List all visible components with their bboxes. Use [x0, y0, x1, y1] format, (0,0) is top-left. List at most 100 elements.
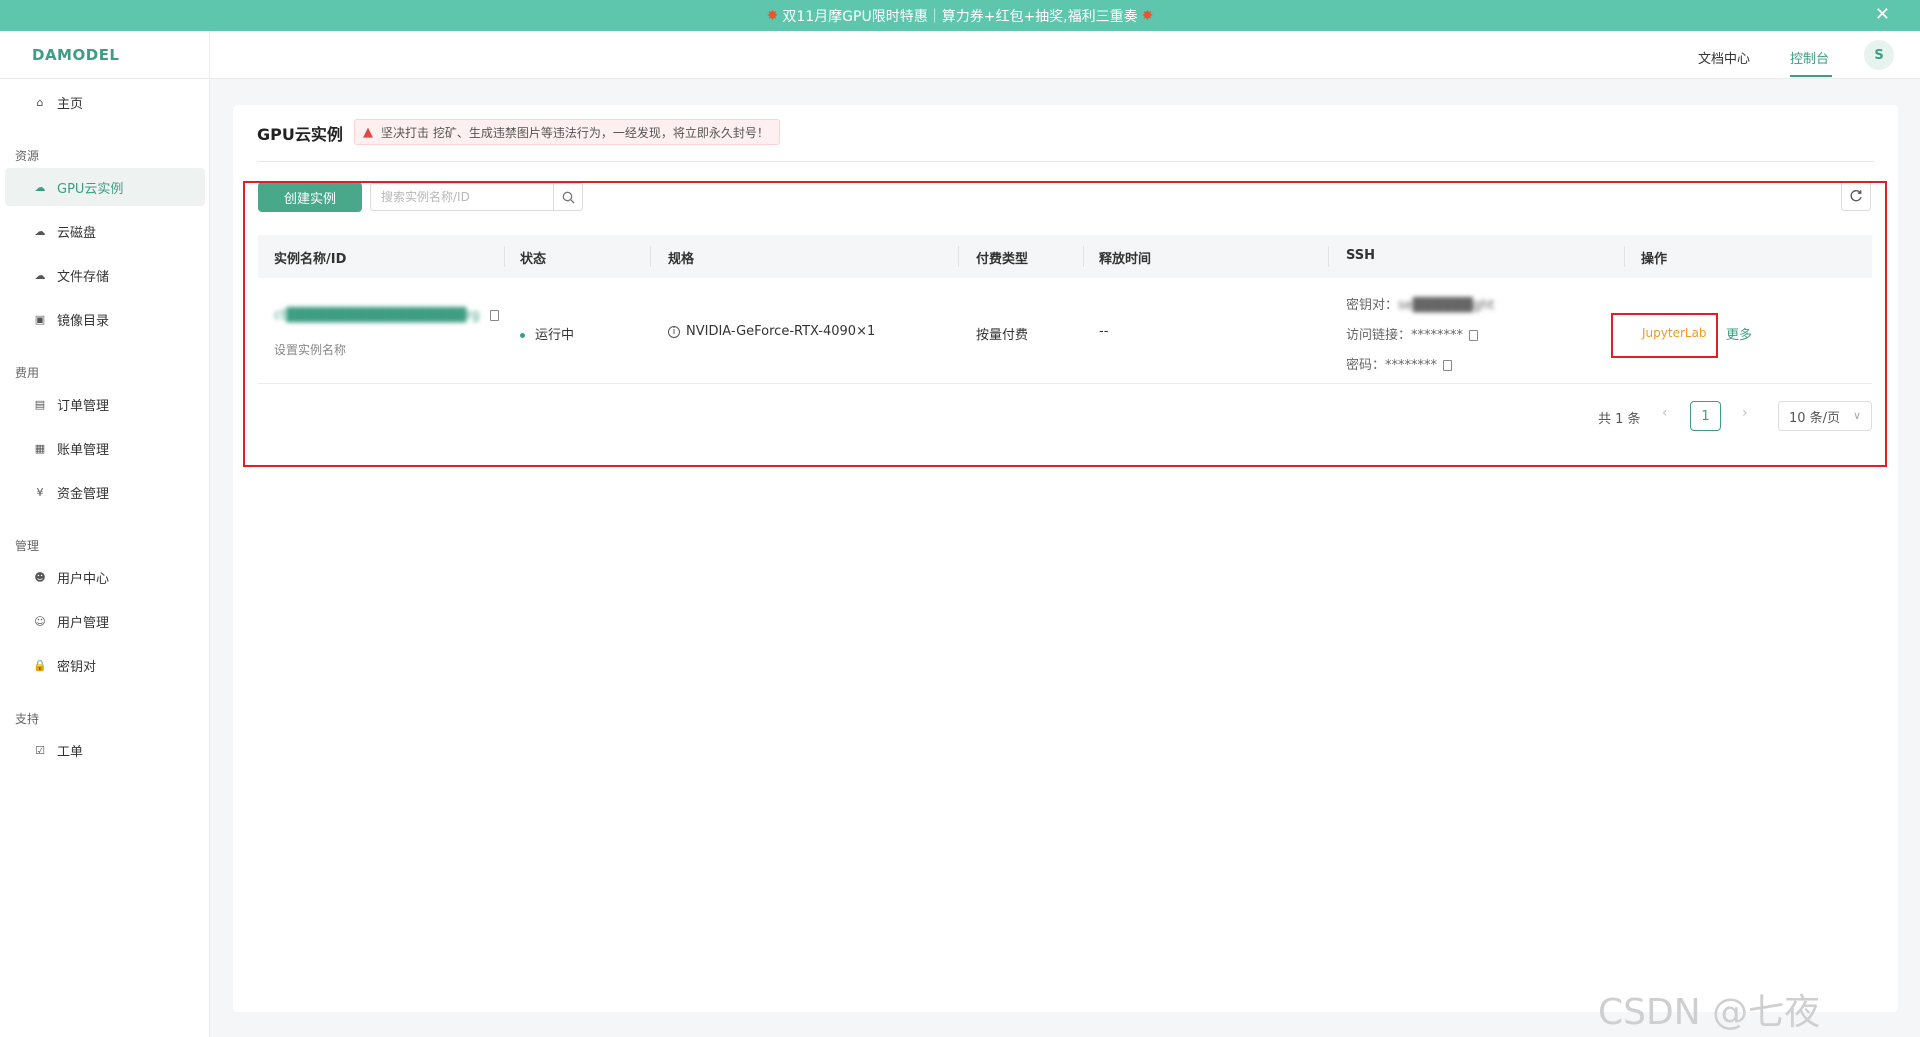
column-divider: [1624, 246, 1625, 267]
sidebar-item-funds[interactable]: ¥ 资金管理: [5, 473, 205, 511]
header-divider: [209, 31, 210, 79]
status-dot-icon: [520, 333, 525, 338]
users-icon: ☻: [34, 570, 46, 584]
copy-icon[interactable]: [489, 310, 499, 321]
sidebar-item-keypair[interactable]: 🔒 密钥对: [5, 646, 205, 684]
sidebar-item-disk[interactable]: ☁ 云磁盘: [5, 212, 205, 250]
sidebar-item-label: 用户中心: [57, 571, 110, 587]
page-title: GPU云实例: [257, 125, 343, 144]
billing-type: 按量付费: [976, 328, 1029, 343]
ssh-password: 密码：********: [1346, 354, 1453, 373]
info-icon[interactable]: i: [668, 325, 680, 338]
refresh-button[interactable]: [1841, 181, 1871, 211]
close-icon[interactable]: ✕: [1875, 4, 1890, 25]
sidebar-item-user-center[interactable]: ☻ 用户中心: [5, 558, 205, 596]
set-name-link[interactable]: 设置实例名称: [274, 341, 346, 358]
promo-banner[interactable]: ✸ 双11月摩GPU限时特惠｜算力券+红包+抽奖,福利三重奏 ✸ ✕: [0, 0, 1920, 31]
promo-text[interactable]: 双11月摩GPU限时特惠｜算力券+红包+抽奖,福利三重奏: [782, 6, 1137, 26]
page-number-current[interactable]: 1: [1690, 401, 1721, 431]
sidebar-item-images[interactable]: ▣ 镜像目录: [5, 300, 205, 338]
console-active-indicator: [1790, 75, 1832, 77]
avatar[interactable]: S: [1864, 40, 1894, 70]
spec-cell: i NVIDIA-GeForce-RTX-4090×1: [668, 324, 875, 339]
copy-icon[interactable]: [1443, 360, 1453, 371]
ssh-keypair: 密钥对：se██████ght: [1346, 294, 1494, 313]
sidebar-item-label: 主页: [57, 96, 84, 112]
prev-page-button[interactable]: ‹: [1662, 405, 1668, 421]
sidebar-item-label: 镜像目录: [57, 313, 110, 329]
column-divider: [1328, 246, 1329, 267]
sidebar-item-label: 订单管理: [57, 398, 110, 414]
chevron-down-icon: ∨: [1852, 409, 1861, 422]
status-text: 运行中: [535, 328, 575, 343]
search-icon: [562, 191, 574, 203]
sidebar-item-label: 工单: [57, 744, 84, 760]
create-instance-button[interactable]: 创建实例: [258, 182, 362, 212]
column-header: 状态: [520, 252, 547, 267]
column-divider: [504, 246, 505, 267]
sidebar-item-user-manage[interactable]: ☺ 用户管理: [5, 602, 205, 640]
more-button[interactable]: 更多: [1726, 324, 1752, 343]
jupyterlab-button[interactable]: JupyterLab: [1642, 326, 1707, 340]
column-header: 操作: [1641, 252, 1668, 267]
home-icon: ⌂: [36, 95, 44, 109]
nav-group-billing: 费用: [15, 366, 40, 380]
ssh-link-value: ********: [1411, 328, 1464, 343]
nav-group-support: 支持: [15, 712, 40, 726]
yen-icon: ¥: [36, 485, 44, 499]
pagination-total: 共 1 条: [1598, 412, 1641, 427]
ssh-link-label: 访问链接：: [1346, 328, 1412, 343]
sidebar-item-label: GPU云实例: [57, 181, 124, 197]
column-header: 付费类型: [976, 252, 1029, 267]
page-size-select[interactable]: 10 条/页 ∨: [1778, 401, 1872, 431]
release-time: --: [1099, 324, 1109, 339]
bill-icon: ▦: [34, 441, 46, 455]
nav-group-resources: 资源: [15, 149, 40, 163]
warning-icon: ▲: [363, 124, 373, 140]
column-header: 规格: [668, 252, 695, 267]
search-button[interactable]: [553, 183, 583, 211]
column-header: 释放时间: [1099, 252, 1152, 267]
cloud-icon: ☁: [34, 180, 46, 194]
lock-icon: 🔒: [33, 658, 47, 672]
sidebar-item-gpu[interactable]: ☁ GPU云实例: [5, 168, 205, 206]
copy-icon[interactable]: [1469, 330, 1479, 341]
table-header: 实例名称/ID 状态 规格 付费类型 释放时间 SSH 操作: [258, 235, 1872, 278]
cloud-upload-icon: ☁: [34, 268, 46, 282]
column-header: SSH: [1346, 248, 1376, 263]
page-size-value: 10 条/页: [1789, 410, 1841, 426]
warning-banner: ▲ 坚决打击 挖矿、生成违禁图片等违法行为，一经发现，将立即永久封号！: [354, 119, 780, 145]
cloud-disk-icon: ☁: [34, 224, 46, 238]
ssh-pwd-label: 密码：: [1346, 358, 1386, 373]
instance-id-text[interactable]: ct██████████████████rg: [274, 308, 480, 323]
user-settings-icon: ☺: [34, 614, 46, 628]
sidebar: ⌂ 主页 资源 ☁ GPU云实例 ☁ 云磁盘 ☁ 文件存储 ▣ 镜像目录 费用 …: [0, 79, 210, 1037]
next-page-button[interactable]: ›: [1742, 405, 1748, 421]
docs-link[interactable]: 文档中心: [1698, 48, 1750, 67]
search-input[interactable]: [370, 183, 554, 211]
row-divider: [258, 383, 1872, 384]
status-badge: 运行中: [520, 324, 574, 343]
sidebar-item-label: 账单管理: [57, 442, 110, 458]
logo[interactable]: DAMODEL: [32, 46, 120, 64]
sidebar-item-label: 用户管理: [57, 615, 110, 631]
sidebar-item-bills[interactable]: ▦ 账单管理: [5, 429, 205, 467]
sidebar-item-label: 密钥对: [57, 659, 97, 675]
sidebar-item-storage[interactable]: ☁ 文件存储: [5, 256, 205, 294]
sidebar-item-orders[interactable]: ▤ 订单管理: [5, 385, 205, 423]
ssh-key-value: se██████ght: [1398, 298, 1495, 313]
image-icon: ▣: [34, 312, 46, 326]
sidebar-item-ticket[interactable]: ☑ 工单: [5, 731, 205, 769]
refresh-icon: [1850, 190, 1862, 202]
ssh-link: 访问链接：********: [1346, 324, 1479, 343]
ssh-key-label: 密钥对：: [1346, 298, 1399, 313]
divider: [257, 161, 1874, 162]
column-divider: [958, 246, 959, 267]
console-link[interactable]: 控制台: [1790, 48, 1829, 67]
instance-id[interactable]: ct██████████████████rg: [274, 308, 499, 323]
sidebar-item-home[interactable]: ⌂ 主页: [5, 83, 205, 121]
watermark: CSDN @七夜zippoe: [1598, 992, 1821, 1037]
spark-icon: ✸: [1141, 7, 1154, 24]
warning-text: 坚决打击 挖矿、生成违禁图片等违法行为，一经发现，将立即永久封号！: [381, 125, 769, 140]
ssh-pwd-value: ********: [1385, 358, 1438, 373]
